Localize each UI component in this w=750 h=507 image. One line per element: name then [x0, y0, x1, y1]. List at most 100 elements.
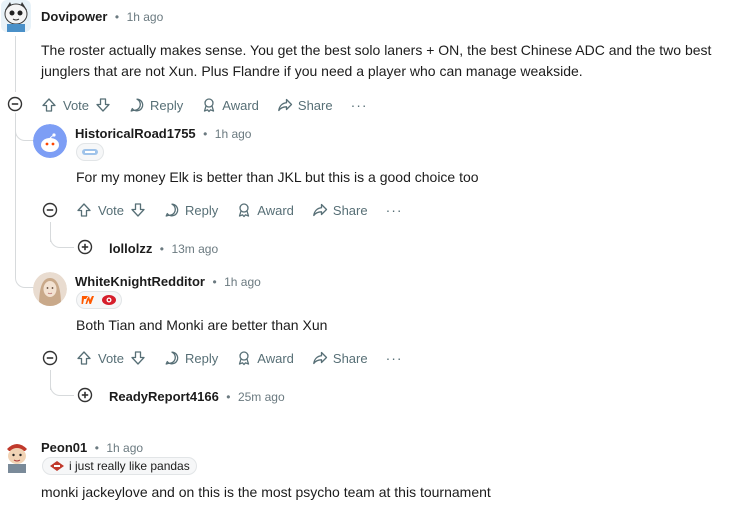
comment-body: Both Tian and Monki are better than Xun	[76, 317, 328, 333]
user-flair: i just really like pandas	[42, 457, 197, 475]
username[interactable]: ReadyReport4166	[109, 389, 219, 404]
award-icon	[239, 351, 250, 366]
vote-group: Vote	[76, 202, 146, 218]
timestamp[interactable]: 1h ago	[106, 441, 143, 455]
username[interactable]: Peon01	[41, 440, 87, 455]
reply-label: Reply	[185, 202, 219, 218]
timestamp[interactable]: 25m ago	[238, 390, 285, 404]
award-icon	[204, 98, 215, 113]
award-label: Award	[257, 350, 294, 366]
collapse-thread-button[interactable]	[42, 350, 58, 366]
reply-label: Reply	[150, 97, 184, 113]
avatar[interactable]	[33, 124, 67, 158]
username[interactable]: lollolzz	[109, 241, 152, 256]
vote-label: Vote	[63, 97, 90, 113]
vote-group: Vote	[76, 350, 146, 366]
minus-circle-icon	[7, 96, 23, 112]
comment-header: Peon01 • 1h ago	[41, 439, 143, 457]
share-icon	[278, 98, 293, 112]
comment-header: ReadyReport4166 • 25m ago	[109, 388, 285, 406]
comment-bubble-icon	[130, 98, 144, 112]
vote-label: Vote	[98, 202, 125, 218]
comment-body: For my money Elk is better than JKL but …	[76, 169, 479, 185]
downvote-icon[interactable]	[130, 350, 146, 366]
share-button[interactable]: Share	[312, 202, 368, 218]
thread-line[interactable]	[15, 113, 16, 273]
more-options-button[interactable]: ···	[351, 97, 368, 113]
comment-body-line: The roster actually makes sense. You get…	[41, 42, 712, 58]
separator: •	[226, 390, 231, 404]
comment-bubble-icon	[165, 203, 179, 217]
comment-bubble-icon	[165, 351, 179, 365]
user-flair	[76, 143, 104, 161]
timestamp[interactable]: 1h ago	[127, 10, 164, 24]
separator: •	[203, 127, 208, 141]
reply-button[interactable]: Reply	[129, 97, 183, 113]
upvote-icon[interactable]	[41, 97, 57, 113]
upvote-icon[interactable]	[76, 202, 92, 218]
comment-actions: Vote Reply Award Share ···	[76, 348, 403, 368]
reply-label: Reply	[185, 350, 219, 366]
vote-label: Vote	[98, 350, 125, 366]
comment-actions: Vote Reply Award Share ···	[76, 200, 403, 220]
vote-group: Vote	[41, 97, 111, 113]
timestamp[interactable]: 13m ago	[171, 242, 218, 256]
comment-actions: Vote Reply Award Share ···	[41, 95, 368, 115]
avatar[interactable]	[33, 272, 67, 306]
team-logo-icon	[50, 461, 64, 471]
minus-circle-icon	[42, 202, 58, 218]
expand-thread-button[interactable]	[77, 239, 93, 255]
fnatic-logo-icon	[81, 296, 94, 304]
user-flair	[76, 291, 122, 309]
comment-body: The roster actually makes sense. You get…	[41, 40, 750, 82]
thread-branch	[15, 115, 35, 141]
share-label: Share	[332, 202, 368, 218]
more-options-button[interactable]: ···	[386, 350, 403, 366]
more-options-button[interactable]: ···	[386, 202, 403, 218]
avatar[interactable]	[1, 0, 31, 32]
thread-branch	[15, 262, 35, 288]
downvote-icon[interactable]	[95, 97, 111, 113]
reply-button[interactable]: Reply	[164, 350, 218, 366]
collapse-thread-button[interactable]	[42, 202, 58, 218]
expand-thread-button[interactable]	[77, 387, 93, 403]
username[interactable]: HistoricalRoad1755	[75, 126, 196, 141]
comment-body: monki jackeylove and on this is the most…	[41, 484, 491, 500]
award-label: Award	[257, 202, 294, 218]
avatar[interactable]	[1, 437, 33, 473]
timestamp[interactable]: 1h ago	[215, 127, 252, 141]
separator: •	[94, 441, 99, 455]
share-button[interactable]: Share	[277, 97, 333, 113]
thread-line[interactable]	[15, 36, 16, 92]
separator: •	[212, 275, 217, 289]
share-label: Share	[297, 97, 333, 113]
thread-branch	[50, 232, 74, 248]
downvote-icon[interactable]	[130, 202, 146, 218]
share-icon	[313, 351, 328, 365]
share-button[interactable]: Share	[312, 350, 368, 366]
flair-icon	[82, 149, 98, 155]
timestamp[interactable]: 1h ago	[224, 275, 261, 289]
separator: •	[159, 242, 164, 256]
minus-circle-icon	[42, 350, 58, 366]
share-label: Share	[332, 350, 368, 366]
award-button[interactable]: Award	[236, 350, 294, 366]
reply-button[interactable]: Reply	[164, 202, 218, 218]
award-icon	[239, 203, 250, 218]
plus-circle-icon	[77, 239, 93, 255]
collapse-thread-button[interactable]	[7, 96, 23, 112]
flair-text: i just really like pandas	[69, 459, 190, 473]
award-button[interactable]: Award	[236, 202, 294, 218]
comment-body-line: junglers that are not Xun. Plus Flandre …	[41, 63, 583, 79]
share-icon	[313, 203, 328, 217]
award-label: Award	[222, 97, 259, 113]
thread-branch	[50, 380, 74, 396]
award-button[interactable]: Award	[201, 97, 259, 113]
comment-header: WhiteKnightRedditor • 1h ago	[75, 273, 261, 291]
upvote-icon[interactable]	[76, 350, 92, 366]
username[interactable]: WhiteKnightRedditor	[75, 274, 205, 289]
comment-header: HistoricalRoad1755 • 1h ago	[75, 125, 251, 143]
username[interactable]: Dovipower	[41, 9, 107, 24]
plus-circle-icon	[77, 387, 93, 403]
separator: •	[114, 10, 120, 24]
